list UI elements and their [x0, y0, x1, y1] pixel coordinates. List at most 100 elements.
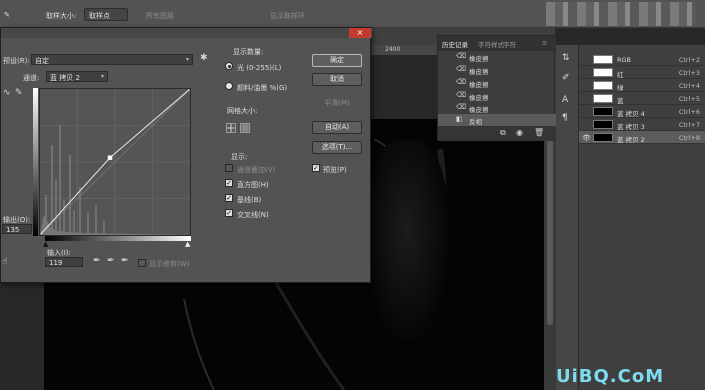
channel-name: RGB [617, 56, 632, 64]
preview-checkbox[interactable]: ✓ [312, 164, 320, 172]
pigment-radio-label: 颜料/油墨 %(G) [237, 84, 288, 92]
curve-edit-points-icon[interactable]: ∿ [3, 88, 11, 98]
curve-graph[interactable] [39, 88, 191, 236]
pencil-draw-icon[interactable]: ✎ [15, 88, 23, 98]
curves-dialog: × 预设(R): 自定 ▾ ✱ 通道: 蓝 拷贝 2 ▾ ∿ ✎ ▲ ▲ 输出(… [0, 27, 372, 283]
channel-thumbnail [593, 55, 613, 64]
channel-thumbnail [593, 68, 613, 77]
history-item-label: 橡皮擦 [469, 94, 489, 102]
tab-character-styles[interactable]: 字符样式 [478, 39, 504, 49]
trash-icon[interactable]: 🗑 [534, 128, 544, 137]
snapshot-camera-icon[interactable]: ◉ [516, 128, 523, 137]
curve-control-point [40, 233, 42, 235]
smooth-button[interactable]: 平滑(M) [312, 98, 362, 111]
panel-menu-icon[interactable]: ≡ [542, 39, 547, 47]
tab-history[interactable]: 历史记录 [442, 39, 468, 49]
channel-row[interactable]: 绿 Ctrl+4 [579, 79, 705, 92]
black-eyedropper-icon[interactable]: ✒ [93, 256, 101, 266]
light-radio[interactable] [225, 62, 233, 70]
pigment-radio[interactable] [225, 82, 233, 90]
options-button[interactable]: 选项(T)... [312, 141, 362, 154]
panel-icon-strip: ⇅ ✐ A ¶ [556, 45, 578, 390]
baseline-checkbox[interactable]: ✓ [225, 194, 233, 202]
black-point-slider-icon[interactable]: ▲ [43, 240, 48, 248]
cancel-button[interactable]: 取消 [312, 73, 362, 86]
curve-control-point [188, 89, 190, 91]
chevron-down-icon: ▾ [100, 73, 104, 80]
input-value: 119 [49, 259, 63, 267]
curve-control-point [107, 155, 113, 161]
history-item-label: 橡皮擦 [469, 55, 489, 63]
gray-eyedropper-icon[interactable]: ✒ [107, 256, 115, 266]
channel-thumbnail [593, 120, 613, 129]
dialog-title-bar[interactable] [1, 28, 372, 38]
channel-name: 绿 [617, 84, 624, 92]
show-ring-label[interactable]: 显示取样环 [270, 11, 305, 21]
target-adjust-hand-icon[interactable]: ☝ [2, 257, 7, 267]
ok-button[interactable]: 确定 [312, 54, 362, 67]
show-clipping-checkbox[interactable] [138, 259, 146, 267]
preset-label: 预设(R): [3, 57, 30, 65]
ruler-tick-label: 2400 [385, 46, 401, 53]
channel-row[interactable]: 蓝 拷贝 4 Ctrl+6 [579, 105, 705, 118]
channel-shortcut: Ctrl+5 [678, 95, 700, 103]
character-icon[interactable]: A [562, 95, 568, 105]
blurred-region [546, 2, 696, 26]
output-value: 135 [6, 226, 20, 234]
history-item[interactable]: ⌫ 橡皮擦 [438, 102, 556, 114]
curve-svg [40, 89, 190, 235]
intersection-label: 交叉线(N) [237, 211, 269, 219]
channel-label: 通道: [23, 74, 40, 82]
new-document-from-state-icon[interactable]: ⧉ [500, 128, 506, 138]
ruler: 2400 [367, 45, 437, 55]
show-amount-heading: 显示数量: [233, 48, 264, 56]
history-item[interactable]: ⌫ 橡皮擦 [438, 90, 556, 102]
intersection-checkbox[interactable]: ✓ [225, 209, 233, 217]
detailed-grid-icon[interactable] [240, 123, 250, 133]
visibility-eye-icon[interactable]: 👁 [582, 134, 591, 142]
histogram-checkbox[interactable]: ✓ [225, 179, 233, 187]
channel-name: 蓝 拷贝 4 [617, 110, 645, 118]
eraser-icon: ⌫ [456, 103, 466, 111]
history-item-label: 橡皮擦 [469, 106, 489, 114]
history-item[interactable]: ⌫ 橡皮擦 [438, 77, 556, 89]
sample-size-select[interactable]: 取样点 [84, 8, 128, 21]
simple-grid-icon[interactable] [226, 123, 236, 133]
history-item[interactable]: ⌫ 橡皮擦 [438, 51, 556, 63]
channel-row-selected[interactable]: 👁 蓝 拷贝 2 Ctrl+8 [579, 131, 705, 144]
adjust-icon[interactable]: ⇅ [562, 53, 570, 63]
channels-panel: RGB Ctrl+2 红 Ctrl+3 绿 Ctrl+4 蓝 Ctrl+5 蓝 … [578, 45, 705, 390]
close-button[interactable]: × [349, 28, 371, 38]
channel-select[interactable]: 蓝 拷贝 2 ▾ [46, 71, 108, 82]
channel-shortcut: Ctrl+8 [678, 134, 700, 142]
channel-row[interactable]: 红 Ctrl+3 [579, 66, 705, 79]
preset-select[interactable]: 自定 ▾ [31, 54, 193, 65]
input-field[interactable]: 119 [45, 257, 83, 267]
watermark-logo: UiBQ.CoM [556, 366, 665, 387]
input-gradient-bar [45, 236, 191, 241]
channel-row[interactable]: 蓝 拷贝 3 Ctrl+7 [579, 118, 705, 131]
preset-options-gear-icon[interactable]: ✱ [200, 53, 208, 63]
show-clipping-label: 显示修剪(W) [149, 260, 190, 268]
tab-character[interactable]: 字符 [503, 39, 516, 49]
sample-all-layers-label[interactable]: 所有图层 [146, 11, 174, 21]
display-heading: 显示: [231, 153, 248, 161]
history-panel-tabs: 历史记录 字符样式 字符 ≡ [438, 36, 556, 51]
white-eyedropper-icon[interactable]: ✒ [121, 256, 129, 266]
history-item-selected[interactable]: ◧ 反相 [438, 114, 556, 126]
channel-name: 红 [617, 71, 624, 79]
history-item[interactable]: ⌫ 橡皮擦 [438, 64, 556, 76]
output-field[interactable]: 135 [2, 224, 32, 234]
channel-name: 蓝 拷贝 2 [617, 136, 645, 144]
brush-settings-icon[interactable]: ✐ [562, 73, 570, 83]
channel-shortcut: Ctrl+7 [678, 121, 700, 129]
white-point-slider-icon[interactable]: ▲ [185, 240, 190, 248]
channel-row[interactable]: RGB Ctrl+2 [579, 53, 705, 66]
channel-row[interactable]: 蓝 Ctrl+5 [579, 92, 705, 105]
eyedropper-tool-icon[interactable]: ✎ [4, 11, 10, 19]
paragraph-icon[interactable]: ¶ [562, 113, 568, 123]
channel-overlay-checkbox[interactable]: ✓ [225, 164, 233, 172]
auto-button[interactable]: 自动(A) [312, 121, 362, 134]
channel-shortcut: Ctrl+6 [678, 108, 700, 116]
chevron-down-icon: ▾ [185, 56, 189, 63]
